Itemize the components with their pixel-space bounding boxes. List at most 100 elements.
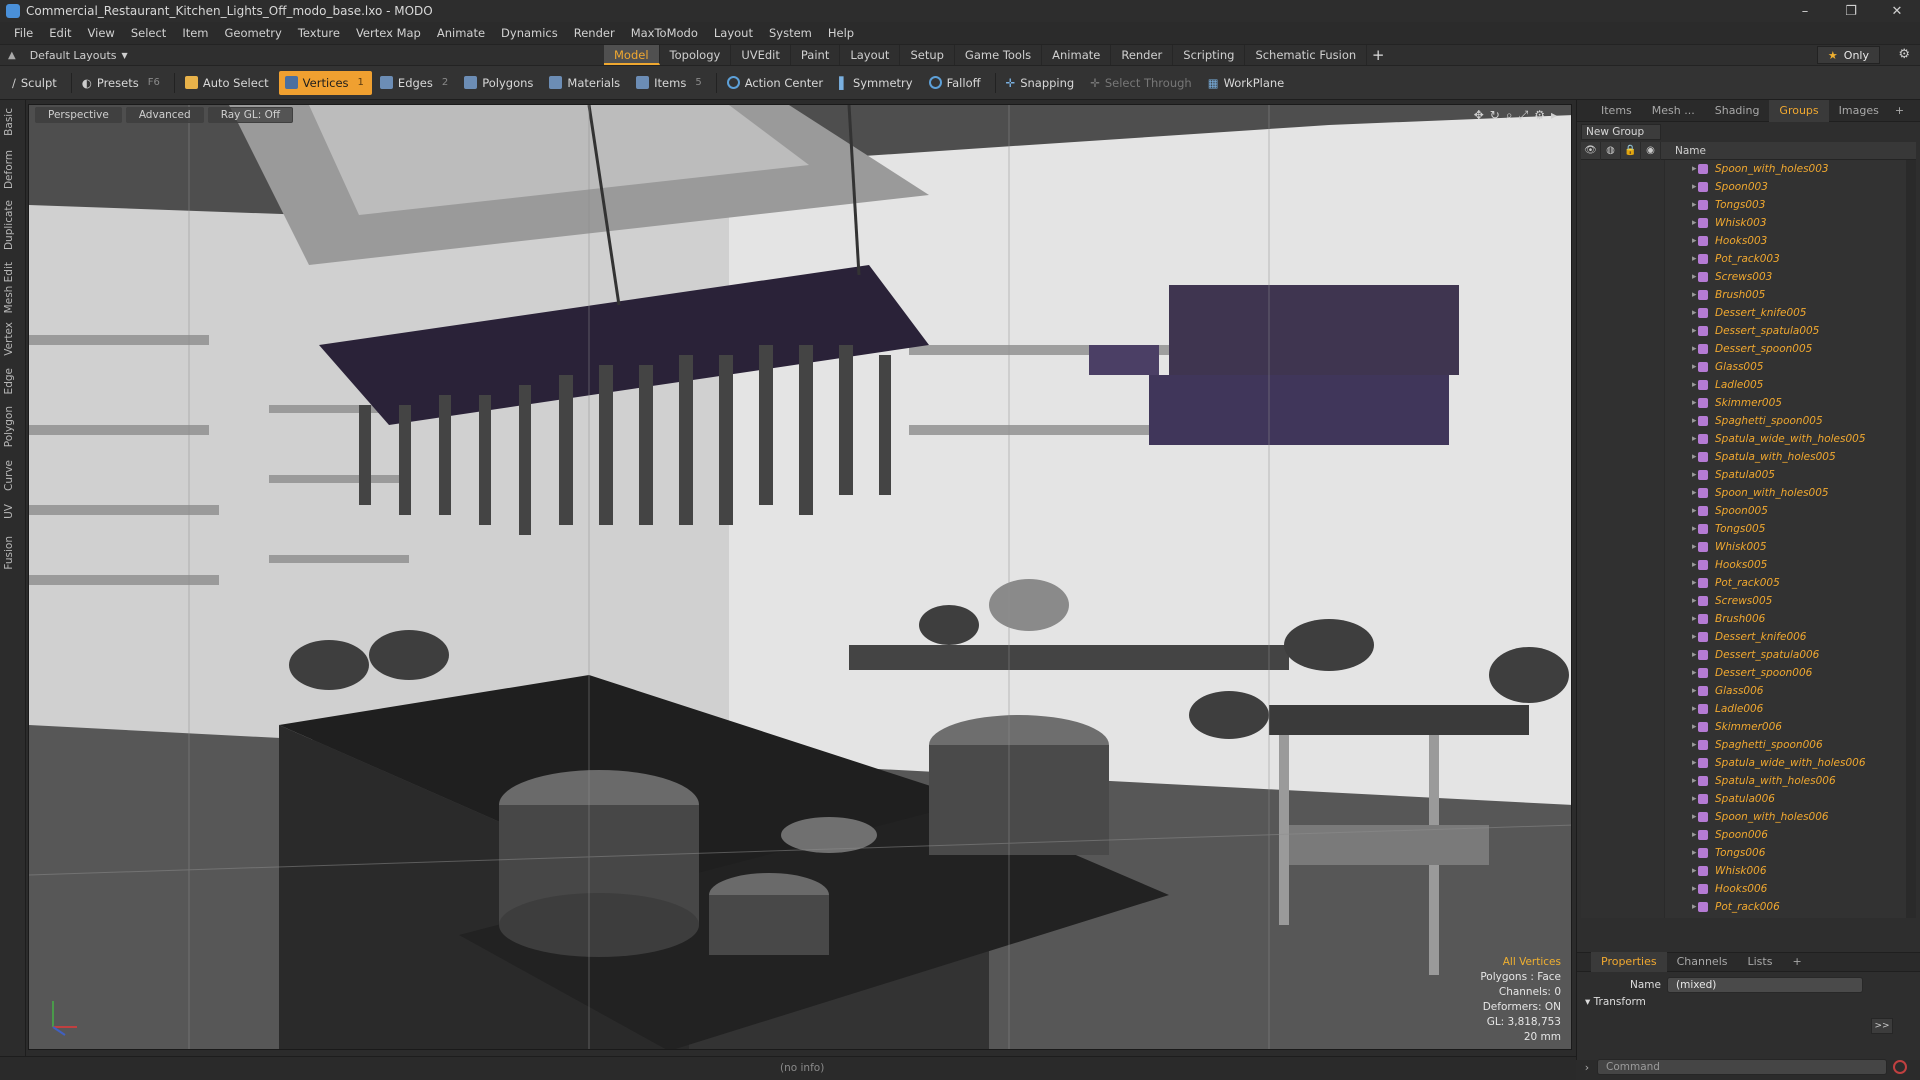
- expand-arrow-icon[interactable]: ▸: [1692, 164, 1697, 174]
- expand-arrow-icon[interactable]: ▸: [1692, 812, 1697, 822]
- expand-arrow-icon[interactable]: ▸: [1692, 200, 1697, 210]
- group-row[interactable]: ▸ Spoon006: [1581, 826, 1916, 844]
- group-row[interactable]: ▸ Dessert_spoon005: [1581, 340, 1916, 358]
- group-row[interactable]: ▸ Tongs006: [1581, 844, 1916, 862]
- group-row[interactable]: ▸ Dessert_spatula006: [1581, 646, 1916, 664]
- tab-channels[interactable]: Channels: [1667, 952, 1738, 972]
- zoom-icon[interactable]: ⌕: [1506, 108, 1513, 123]
- tab-schematic-fusion[interactable]: Schematic Fusion: [1245, 45, 1368, 65]
- tab-uvedit[interactable]: UVEdit: [731, 45, 791, 65]
- group-row[interactable]: ▸ Hooks005: [1581, 556, 1916, 574]
- expand-arrow-icon[interactable]: ▸: [1692, 326, 1697, 336]
- group-row[interactable]: ▸ Pot_rack003: [1581, 250, 1916, 268]
- group-row[interactable]: ▸Screws006: [1581, 916, 1916, 918]
- tab-scripting[interactable]: Scripting: [1173, 45, 1246, 65]
- symmetry-button[interactable]: ▌ Symmetry: [833, 71, 921, 95]
- menu-render[interactable]: Render: [566, 26, 623, 40]
- command-input[interactable]: Command: [1597, 1059, 1887, 1075]
- expand-arrow-icon[interactable]: ▸: [1692, 560, 1697, 570]
- menu-system[interactable]: System: [761, 26, 820, 40]
- group-row[interactable]: ▸ Spoon003: [1581, 178, 1916, 196]
- menu-view[interactable]: View: [80, 26, 123, 40]
- select-through-button[interactable]: ✛ Select Through: [1084, 71, 1199, 95]
- group-row[interactable]: ▸ Spoon_with_holes006: [1581, 808, 1916, 826]
- expand-arrow-icon[interactable]: ▸: [1692, 416, 1697, 426]
- workplane-button[interactable]: ▦ WorkPlane: [1202, 71, 1293, 95]
- group-row[interactable]: ▸ Spatula006: [1581, 790, 1916, 808]
- name-column-header[interactable]: Name: [1661, 145, 1706, 157]
- falloff-button[interactable]: Falloff: [923, 71, 989, 95]
- group-row[interactable]: ▸ Spaghetti_spoon006: [1581, 736, 1916, 754]
- expand-arrow-icon[interactable]: ▸: [1692, 830, 1697, 840]
- menu-edit[interactable]: Edit: [41, 26, 79, 40]
- group-row[interactable]: ▸ Dessert_spatula005: [1581, 322, 1916, 340]
- group-row[interactable]: ▸ Dessert_spoon006: [1581, 664, 1916, 682]
- tab-animate[interactable]: Animate: [1042, 45, 1112, 65]
- expand-arrow-icon[interactable]: ▸: [1692, 470, 1697, 480]
- group-row[interactable]: ▸ Spatula_with_holes006: [1581, 772, 1916, 790]
- name-property-field[interactable]: (mixed): [1667, 977, 1863, 993]
- expand-arrow-icon[interactable]: ▸: [1692, 344, 1697, 354]
- menu-help[interactable]: Help: [820, 26, 862, 40]
- expand-arrow-icon[interactable]: ▸: [1692, 704, 1697, 714]
- viewport-expand-icon[interactable]: ▸: [1551, 108, 1557, 123]
- shading-mode-button[interactable]: Advanced: [125, 107, 204, 123]
- rotate-icon[interactable]: ↻: [1490, 108, 1500, 123]
- minimize-button[interactable]: –: [1782, 0, 1828, 22]
- expand-arrow-icon[interactable]: ▸: [1692, 722, 1697, 732]
- restore-button[interactable]: ❐: [1828, 0, 1874, 22]
- group-row[interactable]: ▸ Ladle005: [1581, 376, 1916, 394]
- group-row[interactable]: ▸ Pot_rack006: [1581, 898, 1916, 916]
- menu-layout[interactable]: Layout: [706, 26, 761, 40]
- auto-select-button[interactable]: Auto Select: [179, 71, 277, 95]
- tab-setup[interactable]: Setup: [900, 45, 955, 65]
- group-row[interactable]: ▸ Spoon_with_holes003: [1581, 160, 1916, 178]
- expand-arrow-icon[interactable]: ▸: [1692, 182, 1697, 192]
- vtab-duplicate[interactable]: Duplicate: [3, 200, 23, 250]
- group-row[interactable]: ▸ Tongs003: [1581, 196, 1916, 214]
- tab-layout[interactable]: Layout: [840, 45, 901, 65]
- expand-properties-button[interactable]: >>: [1871, 1018, 1893, 1034]
- render-column-icon[interactable]: ◍: [1601, 141, 1621, 160]
- expand-arrow-icon[interactable]: ▸: [1692, 542, 1697, 552]
- group-row[interactable]: ▸ Skimmer005: [1581, 394, 1916, 412]
- expand-arrow-icon[interactable]: ▸: [1692, 236, 1697, 246]
- expand-arrow-icon[interactable]: ▸: [1692, 398, 1697, 408]
- expand-arrow-icon[interactable]: ▸: [1692, 506, 1697, 516]
- group-row[interactable]: ▸ Screws005: [1581, 592, 1916, 610]
- viewport-settings-icon[interactable]: ⚙: [1534, 108, 1545, 123]
- tab-images[interactable]: Images: [1829, 100, 1889, 122]
- tab-model[interactable]: Model: [604, 45, 660, 65]
- presets-button[interactable]: ◐ Presets F6: [76, 71, 168, 95]
- expand-arrow-icon[interactable]: ▸: [1692, 650, 1697, 660]
- expand-arrow-icon[interactable]: ▸: [1692, 776, 1697, 786]
- close-button[interactable]: ✕: [1874, 0, 1920, 22]
- expand-arrow-icon[interactable]: ▸: [1692, 218, 1697, 228]
- tab-render[interactable]: Render: [1111, 45, 1174, 65]
- group-row[interactable]: ▸ Pot_rack005: [1581, 574, 1916, 592]
- expand-arrow-icon[interactable]: ▸: [1692, 740, 1697, 750]
- vtab-deform[interactable]: Deform: [3, 150, 23, 189]
- expand-arrow-icon[interactable]: ▸: [1692, 488, 1697, 498]
- expand-arrow-icon[interactable]: ▸: [1692, 866, 1697, 876]
- action-center-button[interactable]: Action Center: [721, 71, 831, 95]
- expand-arrow-icon[interactable]: ▸: [1692, 434, 1697, 444]
- expand-arrow-icon[interactable]: ▸: [1692, 668, 1697, 678]
- vtab-mesh-edit[interactable]: Mesh Edit: [3, 262, 23, 313]
- group-row[interactable]: ▸ Spatula_wide_with_holes005: [1581, 430, 1916, 448]
- expand-arrow-icon[interactable]: ▸: [1692, 452, 1697, 462]
- group-row[interactable]: ▸ Whisk003: [1581, 214, 1916, 232]
- vtab-edge[interactable]: Edge: [3, 368, 23, 394]
- expand-arrow-icon[interactable]: ▸: [1692, 884, 1697, 894]
- tab-topology[interactable]: Topology: [660, 45, 732, 65]
- group-row[interactable]: ▸ Brush005: [1581, 286, 1916, 304]
- group-row[interactable]: ▸ Whisk005: [1581, 538, 1916, 556]
- materials-button[interactable]: Materials: [543, 71, 628, 95]
- record-macro-icon[interactable]: [1893, 1060, 1907, 1074]
- vtab-basic[interactable]: Basic: [3, 108, 23, 136]
- group-list-scrollbar[interactable]: [1906, 160, 1916, 918]
- select-column-icon[interactable]: ◉: [1641, 141, 1661, 160]
- expand-arrow-icon[interactable]: ▸: [1692, 524, 1697, 534]
- group-row[interactable]: ▸ Ladle006: [1581, 700, 1916, 718]
- polygons-button[interactable]: Polygons: [458, 71, 541, 95]
